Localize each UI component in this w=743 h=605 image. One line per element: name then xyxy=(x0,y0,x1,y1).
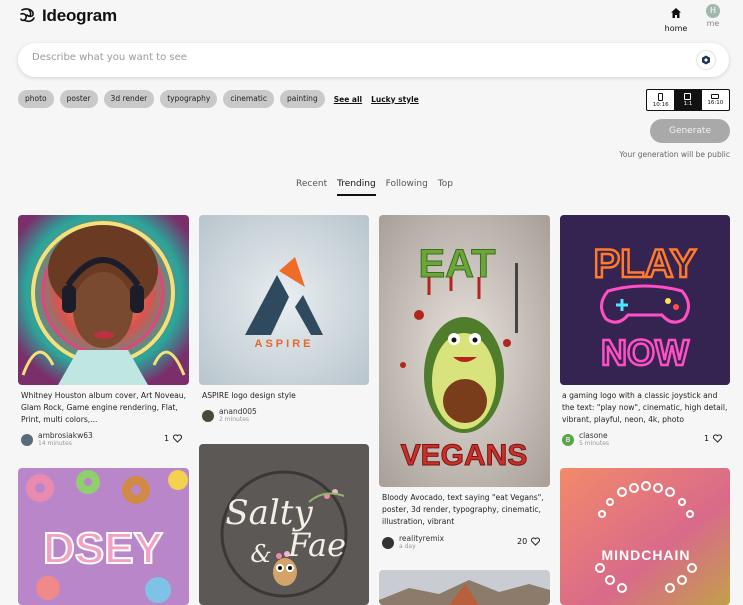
post-time: 5 minutes xyxy=(579,440,610,447)
gallery-image-play-now[interactable]: PLAY NOW xyxy=(560,215,730,385)
like-button[interactable]: 1 xyxy=(704,434,723,443)
username: realityremix xyxy=(399,534,445,543)
ratio-16-10[interactable]: 16:10 xyxy=(702,90,729,110)
chip-photo[interactable]: photo xyxy=(18,90,54,108)
chip-typography[interactable]: typography xyxy=(160,90,218,108)
like-button[interactable]: 20 xyxy=(517,537,541,546)
user-avatar xyxy=(21,433,33,446)
chip-cinematic[interactable]: cinematic xyxy=(223,90,274,108)
portrait-ratio-icon xyxy=(658,92,664,101)
card-author[interactable]: anand005 2 minutes xyxy=(202,408,257,423)
username: ambrosiakw63 xyxy=(38,431,93,440)
heart-icon xyxy=(173,434,183,443)
generate-button[interactable]: Generate xyxy=(650,119,730,143)
avatar: H xyxy=(706,4,720,18)
heart-icon xyxy=(531,537,541,546)
see-all-link[interactable]: See all xyxy=(334,95,362,104)
like-button[interactable]: 1 xyxy=(164,434,183,443)
ratio-1-1[interactable]: 1:1 xyxy=(674,90,702,110)
gallery-image-aspire[interactable]: ASPIRE xyxy=(199,215,369,385)
chip-painting[interactable]: painting xyxy=(279,90,325,108)
card-author[interactable]: realityremix a day xyxy=(382,535,444,550)
mindchain-image-text: MINDCHAIN xyxy=(601,547,690,563)
post-time: 2 minutes xyxy=(219,416,250,423)
donut-image-text: DSEY xyxy=(43,524,163,573)
user-avatar xyxy=(382,536,394,549)
magic-prompt-button[interactable] xyxy=(697,51,715,69)
nav-home-label: home xyxy=(664,24,688,33)
lucky-style-link[interactable]: Lucky style xyxy=(371,95,419,104)
ratio-label: 1:1 xyxy=(683,101,693,107)
aspect-ratio-selector: 10:16 1:1 16:10 xyxy=(646,89,730,111)
aspire-image-text: ASPIRE xyxy=(255,338,314,350)
prompt-input[interactable] xyxy=(32,52,672,63)
logo[interactable]: Ideogram xyxy=(18,6,117,26)
gallery-image-whitney[interactable] xyxy=(18,215,189,385)
nav-me-label: me xyxy=(706,19,720,28)
prompt-bar xyxy=(18,43,729,77)
post-time: 14 minutes xyxy=(38,440,72,447)
gallery-image-avocado[interactable]: EAT VEGANS xyxy=(379,215,550,487)
post-time: a day xyxy=(399,543,416,550)
tab-following[interactable]: Following xyxy=(386,179,428,196)
tab-recent[interactable]: Recent xyxy=(296,179,327,196)
username: clasone xyxy=(579,431,608,440)
avocado-image-text-bottom: VEGANS xyxy=(401,439,528,472)
user-avatar xyxy=(202,409,214,422)
tab-trending[interactable]: Trending xyxy=(337,179,376,196)
ratio-label: 16:10 xyxy=(707,100,724,106)
gallery-image-mindchain[interactable]: MINDCHAIN xyxy=(560,468,730,605)
ratio-label: 10:16 xyxy=(652,101,669,108)
ideogram-logo-icon xyxy=(20,8,35,23)
app-title: Ideogram xyxy=(42,6,117,25)
chip-3d-render[interactable]: 3d render xyxy=(103,90,155,108)
gallery-image-landscape[interactable] xyxy=(379,570,550,605)
heart-icon xyxy=(713,434,723,443)
style-chips: photo poster 3d render typography cinema… xyxy=(18,90,419,108)
card-caption: Bloody Avocado, text saying "eat Vegans"… xyxy=(382,493,544,526)
card-caption: ASPIRE logo design style xyxy=(202,391,296,400)
card-author[interactable]: ambrosiakw63 14 minutes xyxy=(21,432,93,447)
square-ratio-icon xyxy=(684,93,692,100)
gallery-image-donuts[interactable]: DSEY xyxy=(18,468,189,605)
tab-top[interactable]: Top xyxy=(438,179,453,196)
gallery-image-salty-fae[interactable]: Salty & Fae xyxy=(199,444,369,605)
user-avatar: B xyxy=(562,433,574,446)
play-image-text-bottom: NOW xyxy=(601,332,689,373)
magic-prompt-icon xyxy=(702,55,710,65)
card-caption: Whitney Houston album cover, Art Noveau,… xyxy=(21,391,187,424)
generation-public-note: Your generation will be public xyxy=(619,150,730,159)
salty-image-text-bottom: Fae xyxy=(287,526,346,564)
card-caption: a gaming logo with a classic joystick an… xyxy=(562,391,728,424)
like-count: 1 xyxy=(164,434,170,443)
home-icon xyxy=(671,8,681,18)
salty-image-text-mid: & xyxy=(250,540,271,568)
top-bar: Ideogram home H me xyxy=(0,0,743,40)
username: anand005 xyxy=(219,407,257,416)
like-count: 1 xyxy=(704,434,710,443)
nav-home[interactable]: home xyxy=(662,4,690,33)
like-count: 20 xyxy=(517,537,528,546)
card-author[interactable]: B clasone 5 minutes xyxy=(562,432,609,447)
nav-me[interactable]: H me xyxy=(700,4,726,28)
landscape-ratio-icon xyxy=(711,94,720,99)
play-image-text-top: PLAY xyxy=(593,242,696,286)
chip-poster[interactable]: poster xyxy=(59,90,98,108)
ratio-10-16[interactable]: 10:16 xyxy=(647,90,674,110)
feed-tabs: Recent Trending Following Top xyxy=(296,179,453,196)
